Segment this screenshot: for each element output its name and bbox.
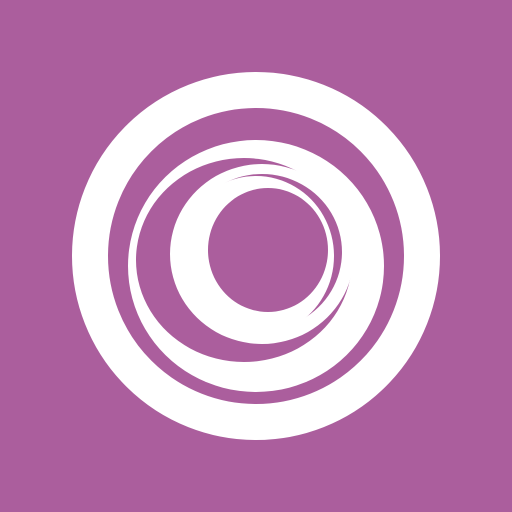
app-icon-tile xyxy=(0,0,512,512)
concentric-rings-logo-icon xyxy=(0,0,512,512)
